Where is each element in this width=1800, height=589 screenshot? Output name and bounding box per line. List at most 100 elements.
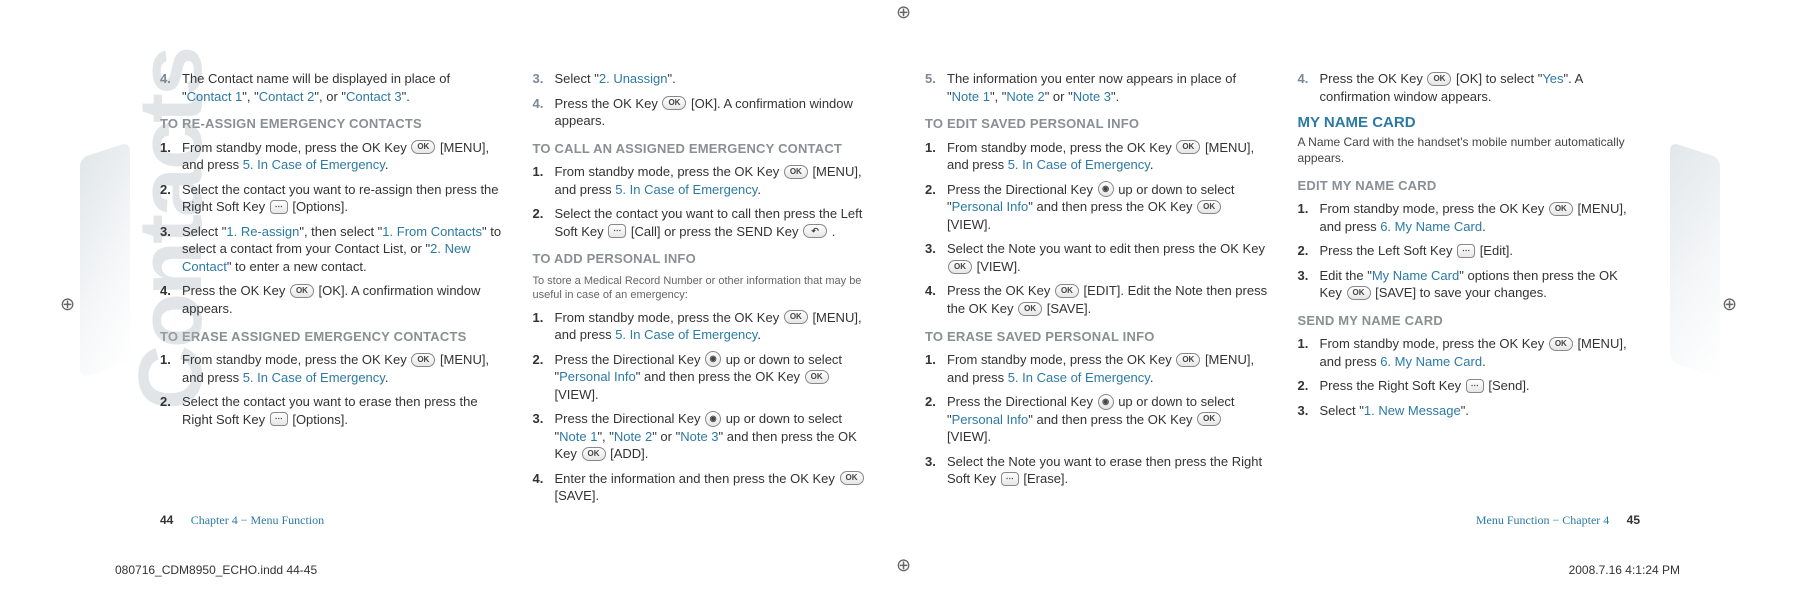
registration-mark-icon: ⊕ [60,294,75,315]
list-item: 2.Press the Left Soft Key [Edit]. [1298,242,1641,260]
section-heading: SEND MY NAME CARD [1298,312,1641,330]
section-heading: TO ERASE SAVED PERSONAL INFO [925,328,1268,346]
ok-key-icon: OK [1197,200,1221,214]
list-item: 3.Edit the "My Name Card" options then p… [1298,267,1641,302]
text: From standby mode, press the OK Key [947,140,1175,155]
instruction-list: 1. From standby mode, press the OK Key O… [160,139,503,318]
list-item: 2.Press the Directional Key ◉ up or down… [925,181,1268,234]
text: Press the Directional Key [947,182,1097,197]
link-text: Note 1 [952,89,990,104]
instruction-list: 4.Press the OK Key OK [OK] to select "Ye… [1298,70,1641,105]
list-item: 2. Select the contact you want to erase … [160,393,503,428]
page-number: 44 [160,513,173,527]
instruction-list: 1.From standby mode, press the OK Key OK… [1298,335,1641,419]
edge-decoration [80,142,130,378]
text: ", " [597,429,613,444]
link-text: Contact 2 [259,89,315,104]
text: Select " [1320,403,1364,418]
link-text: Note 3 [680,429,718,444]
ok-key-icon: OK [1347,286,1371,300]
link-text: 5. In Case of Emergency [1008,370,1150,385]
feature-heading: MY NAME CARD [1298,113,1641,133]
link-text: 5. In Case of Emergency [615,327,757,342]
prepress-timestamp: 2008.7.16 4:1:24 PM [1569,563,1680,577]
directional-key-icon: ◉ [705,351,721,367]
link-text: 2. Unassign [599,71,668,86]
text: Press the Directional Key [555,352,705,367]
ok-key-icon: OK [1055,284,1079,298]
instruction-list: 1. From standby mode, press the OK Key O… [533,163,876,240]
text: [VIEW]. [947,217,991,232]
page-columns: 4. The Contact name will be displayed in… [160,70,875,500]
softkey-icon [608,224,626,238]
link-text: 5. In Case of Emergency [615,182,757,197]
text: [Options]. [289,412,348,427]
registration-mark-icon: ⊕ [1722,294,1737,315]
section-heading: TO ADD PERSONAL INFO [533,250,876,268]
list-item: 2.Press the Directional Key ◉ up or down… [925,393,1268,446]
list-item: 3.Select the Note you want to erase then… [925,453,1268,488]
list-item: 4.Press the OK Key OK [OK] to select "Ye… [1298,70,1641,105]
ok-key-icon: OK [1176,353,1200,367]
list-item: 1.From standby mode, press the OK Key OK… [925,139,1268,174]
directional-key-icon: ◉ [705,411,721,427]
text: [Send]. [1485,378,1530,393]
link-text: Note 2 [1006,89,1044,104]
instruction-list: 1.From standby mode, press the OK Key OK… [925,351,1268,488]
list-item: 4. Press the OK Key OK [OK]. A confirmat… [160,282,503,317]
instruction-list: 1.From standby mode, press the OK Key OK… [1298,200,1641,302]
text: From standby mode, press the OK Key [1320,336,1548,351]
text: " or " [652,429,680,444]
text: [VIEW]. [555,387,599,402]
directional-key-icon: ◉ [1098,394,1114,410]
list-item: 3. Press the Directional Key ◉ up or dow… [533,410,876,463]
page-footer: 44 Chapter 4 − Menu Function [160,513,324,528]
text: Select the Note you want to edit then pr… [947,241,1265,256]
instruction-list: 1. From standby mode, press the OK Key O… [533,309,876,506]
instruction-list: 1. From standby mode, press the OK Key O… [160,351,503,428]
instruction-list: 4. The Contact name will be displayed in… [160,70,503,105]
link-text: 5. In Case of Emergency [243,370,385,385]
text: Enter the information and then press the… [555,471,839,486]
list-item: 3.Select "1. New Message". [1298,402,1641,420]
link-text: Note 3 [1073,89,1111,104]
list-item: 1. From standby mode, press the OK Key O… [533,309,876,344]
softkey-icon [270,412,288,426]
list-item: 1.From standby mode, press the OK Key OK… [1298,200,1641,235]
text: Select the Note you want to erase then p… [947,454,1262,487]
list-item: 2. Press the Directional Key ◉ up or dow… [533,351,876,404]
softkey-icon [1457,244,1475,258]
ok-key-icon: OK [784,165,808,179]
section-heading: EDIT MY NAME CARD [1298,177,1641,195]
section-heading: TO RE-ASSIGN EMERGENCY CONTACTS [160,115,503,133]
column: 4. The Contact name will be displayed in… [160,70,503,500]
link-text: Note 1 [559,429,597,444]
section-intro: A Name Card with the handset's mobile nu… [1298,135,1641,166]
link-text: Yes [1542,71,1563,86]
list-item: 2. Select the contact you want to call t… [533,205,876,240]
text: ". [668,71,676,86]
link-text: Contact 1 [187,89,243,104]
list-item: 4. Enter the information and then press … [533,470,876,505]
section-heading: TO ERASE ASSIGNED EMERGENCY CONTACTS [160,328,503,346]
ok-key-icon: OK [582,447,606,461]
ok-key-icon: OK [1176,140,1200,154]
text: [VIEW]. [947,429,991,444]
page-columns: 5. The information you enter now appears… [925,70,1640,500]
text: [ADD]. [607,446,649,461]
text: " and then press the OK Key [1028,412,1196,427]
link-text: 1. Re-assign [226,224,299,239]
text: [Edit]. [1476,243,1513,258]
link-text: Personal Info [952,199,1029,214]
ok-key-icon: OK [1549,202,1573,216]
text: [SAVE] to save your changes. [1372,285,1547,300]
ok-key-icon: OK [1197,412,1221,426]
text: ", or " [314,89,346,104]
list-item: 3. Select "2. Unassign". [533,70,876,88]
ok-key-icon: OK [1427,72,1451,86]
text: Press the Directional Key [555,411,705,426]
text: [Erase]. [1020,471,1068,486]
text: From standby mode, press the OK Key [182,352,410,367]
link-text: 6. My Name Card [1380,219,1482,234]
text: " and then press the OK Key [1028,199,1196,214]
